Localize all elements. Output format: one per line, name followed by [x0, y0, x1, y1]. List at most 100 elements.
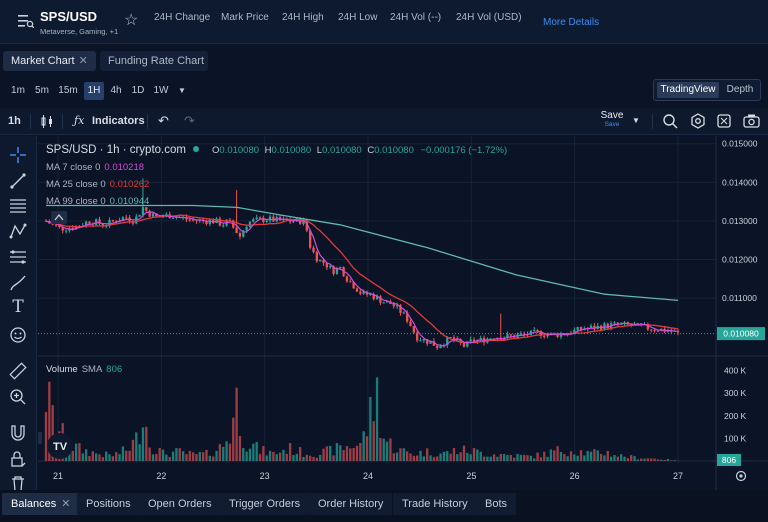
- emoji-icon[interactable]: [9, 326, 27, 344]
- indicators-button[interactable]: Indicators: [92, 114, 145, 128]
- legend-h: 0.010080: [272, 145, 312, 156]
- candle-body: [141, 207, 145, 215]
- toggle-depth[interactable]: Depth: [721, 82, 759, 98]
- star-icon[interactable]: ☆: [124, 13, 138, 29]
- crosshair-icon[interactable]: [9, 146, 27, 164]
- candle-body: [319, 259, 322, 262]
- price-chart[interactable]: SPS/USD · 1h · crypto.com O0.010080 H0.0…: [38, 136, 768, 490]
- volume-bar: [429, 455, 432, 461]
- tab-market-chart[interactable]: Market Chart ✕: [3, 51, 96, 71]
- volume-tick-label: 200 K: [724, 411, 747, 421]
- interval-5m[interactable]: 5m: [33, 82, 51, 100]
- stat-24h-vol-usd: 24H Vol (USD): [456, 12, 522, 23]
- text-tool-icon[interactable]: T: [9, 298, 27, 316]
- volume-bar: [492, 454, 496, 461]
- volume-bar: [248, 448, 252, 461]
- tab-trigger-orders[interactable]: Trigger Orders: [220, 493, 310, 515]
- candle-body: [409, 321, 412, 327]
- volume-bar: [395, 452, 399, 461]
- tab-bots[interactable]: Bots: [476, 493, 517, 515]
- volume-bar: [626, 458, 630, 461]
- lock-drawings-icon[interactable]: [9, 450, 27, 468]
- interval-1m[interactable]: 1m: [9, 82, 27, 100]
- redo-icon[interactable]: ↷: [184, 114, 195, 128]
- volume-bar: [329, 445, 332, 461]
- collapse-legend-button[interactable]: [51, 211, 67, 224]
- ruler-icon[interactable]: [9, 362, 27, 380]
- close-icon[interactable]: ✕: [61, 498, 70, 510]
- interval-1w[interactable]: 1W: [151, 82, 171, 100]
- settings-gear-icon[interactable]: [690, 113, 706, 129]
- candle-body: [145, 207, 148, 211]
- volume-bar: [509, 455, 512, 461]
- candle-type-icon[interactable]: [40, 115, 54, 128]
- volume-bar: [589, 451, 593, 461]
- toolbar-divider: [147, 114, 148, 129]
- save-dropdown-icon[interactable]: ▼: [632, 114, 640, 128]
- view-toggle: TradingView Depth: [653, 79, 761, 101]
- close-icon[interactable]: ✕: [79, 55, 88, 67]
- toolbar-interval[interactable]: 1h: [8, 114, 21, 128]
- volume-bar: [670, 460, 673, 461]
- volume-bar: [422, 456, 426, 461]
- candle-body: [329, 266, 332, 268]
- volume-bar: [322, 448, 325, 461]
- interval-4h[interactable]: 4h: [107, 82, 125, 100]
- candle-body: [138, 214, 141, 217]
- save-button[interactable]: Save Save: [600, 110, 624, 129]
- tab-market-chart-label: Market Chart: [11, 55, 75, 67]
- intervals-dropdown-icon[interactable]: ▼: [176, 82, 188, 100]
- volume-bar: [298, 447, 302, 461]
- volume-bar: [536, 452, 539, 461]
- volume-bar: [198, 452, 201, 461]
- tab-order-history[interactable]: Order History: [309, 493, 393, 515]
- volume-bar: [215, 450, 218, 461]
- tab-trade-history[interactable]: Trade History: [393, 493, 477, 515]
- volume-bar: [499, 453, 502, 461]
- volume-bar: [255, 441, 258, 461]
- tab-funding-rate-chart[interactable]: Funding Rate Chart: [100, 51, 208, 71]
- fullscreen-icon[interactable]: [716, 113, 732, 129]
- chart-search-icon[interactable]: [662, 113, 678, 129]
- volume-bar: [663, 459, 666, 461]
- magnet-icon[interactable]: [9, 424, 27, 442]
- candle-body: [252, 219, 255, 222]
- interval-15m[interactable]: 15m: [57, 82, 79, 100]
- pair-title[interactable]: SPS/USD: [40, 9, 97, 24]
- volume-bar: [533, 458, 536, 461]
- candle-body: [419, 340, 422, 342]
- time-tick-label: 22: [156, 471, 166, 481]
- volume-bar: [469, 454, 472, 461]
- candle-body: [606, 323, 609, 329]
- zoom-in-icon[interactable]: [9, 388, 27, 406]
- more-details-link[interactable]: More Details: [543, 17, 599, 28]
- undo-icon[interactable]: ↶: [158, 114, 169, 128]
- fib-retracement-icon[interactable]: [9, 248, 27, 266]
- volume-tick-label: 100 K: [724, 433, 747, 443]
- volume-bar: [613, 455, 616, 461]
- horizontal-lines-icon[interactable]: [9, 196, 27, 214]
- interval-1h[interactable]: 1H: [84, 82, 104, 100]
- candle-body: [315, 251, 319, 262]
- tab-positions[interactable]: Positions: [77, 493, 140, 515]
- volume-bar: [609, 456, 613, 461]
- camera-icon[interactable]: [743, 113, 760, 129]
- candle-body: [248, 221, 252, 227]
- volume-bar: [666, 459, 670, 461]
- pitchfork-icon[interactable]: [9, 222, 27, 240]
- menu-icon[interactable]: [18, 14, 34, 28]
- indicators-icon[interactable]: ƒx: [74, 114, 84, 128]
- volume-bar: [78, 443, 81, 461]
- candle-body: [151, 213, 155, 217]
- tradingview-logo[interactable]: TV: [47, 433, 73, 459]
- brush-icon[interactable]: [9, 274, 27, 292]
- volume-bar: [599, 453, 603, 461]
- trend-line-icon[interactable]: [9, 172, 27, 190]
- volume-bar: [148, 447, 151, 461]
- toggle-tradingview[interactable]: TradingView: [657, 82, 719, 98]
- tab-open-orders[interactable]: Open Orders: [139, 493, 221, 515]
- interval-1d[interactable]: 1D: [129, 82, 147, 100]
- tab-balances[interactable]: Balances ✕: [2, 493, 80, 515]
- collapse-toolbar-handle[interactable]: [38, 432, 42, 444]
- volume-bar: [523, 454, 526, 461]
